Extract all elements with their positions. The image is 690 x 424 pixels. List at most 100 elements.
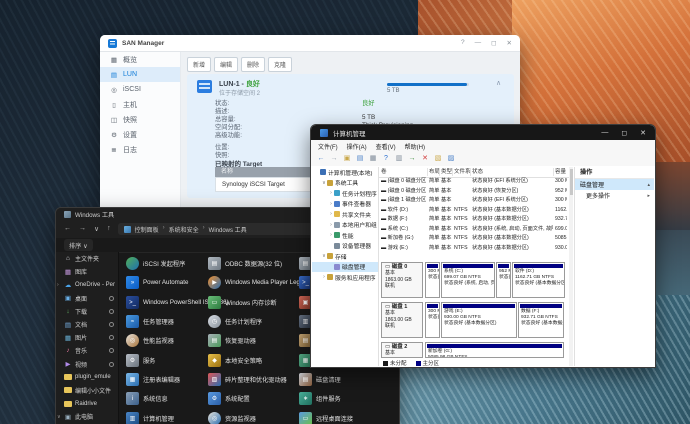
san-sidebar-item-snapshot[interactable]: ◫快照 xyxy=(100,112,180,127)
tool-item-task-scheduler[interactable]: ◷任务计划程序 xyxy=(208,315,262,328)
disk-1-partition-0[interactable]: 300 MB状态良好 ( xyxy=(425,302,440,338)
san-delete-button[interactable]: 删除 xyxy=(241,57,265,72)
tool-item-resource-monitor[interactable]: ◎资源监视器 xyxy=(208,412,256,424)
cm-menu-操作(A)[interactable]: 操作(A) xyxy=(347,142,367,151)
view-icon[interactable]: ▨ xyxy=(446,154,456,164)
tool-item-recovery-drive[interactable]: ▤恢复驱动器 xyxy=(208,334,256,347)
cm-menu-查看(V)[interactable]: 查看(V) xyxy=(376,142,396,151)
cm-menu-帮助(H)[interactable]: 帮助(H) xyxy=(405,142,425,151)
column-header-0[interactable]: 卷 xyxy=(381,167,427,177)
san-clone-button[interactable]: 克隆 xyxy=(268,57,292,72)
tool-item-memory-diagnostic[interactable]: ▭Windows 内存诊断 xyxy=(208,296,277,309)
san-sidebar-item-host[interactable]: ▯主机 xyxy=(100,97,180,112)
san-help-button[interactable]: ? xyxy=(461,39,465,47)
tool-item-task-manager[interactable]: ≈任务管理器 xyxy=(126,315,174,328)
panel-icon[interactable]: ▥ xyxy=(394,154,404,164)
tree-item-9[interactable]: 磁盘管理 xyxy=(312,262,378,273)
volume-row-3[interactable]: ▬ 软件 (D:)简单基本NTFS状态良好 (基本数据分区)1162.71 GB xyxy=(379,206,569,216)
sidebar-item-9[interactable]: plugin_emule xyxy=(56,371,118,384)
tool-item-remote-desktop[interactable]: ▭远程桌面连接 xyxy=(299,412,353,424)
properties-icon[interactable]: ▦ xyxy=(368,154,378,164)
tree-item-3[interactable]: ›事件查看器 xyxy=(312,199,378,210)
disk-0-partition-2[interactable]: 952 MB状态良好 ( xyxy=(496,262,511,298)
cm-titlebar[interactable]: 计算机管理 —◻✕ xyxy=(311,125,655,140)
sidebar-item-4[interactable]: ↓下载 xyxy=(56,305,118,318)
volume-row-7[interactable]: ▬ 游戏 (E:)简单基本NTFS状态良好 (基本数据分区)930.00 GB xyxy=(379,244,569,254)
sidebar-item-0[interactable]: ⌂主文件夹 xyxy=(56,252,118,265)
column-header-4[interactable]: 状态 xyxy=(472,167,553,177)
history-icon[interactable]: ∨ xyxy=(94,225,99,233)
sidebar-item-5[interactable]: ▤文档 xyxy=(56,318,118,331)
forward-icon[interactable]: → xyxy=(79,225,86,233)
breadcrumb-item[interactable]: Windows 工具 xyxy=(209,225,247,234)
san-edit-button[interactable]: 编辑 xyxy=(214,57,238,72)
sidebar-item-12[interactable]: ∨▣此电脑 xyxy=(56,410,118,423)
tree-item-6[interactable]: ›性能 xyxy=(312,230,378,241)
cm-minimize-button[interactable]: — xyxy=(601,129,608,137)
cm-close-button[interactable]: ✕ xyxy=(640,129,646,137)
san-sidebar-item-log[interactable]: ≣日志 xyxy=(100,142,180,157)
volume-row-5[interactable]: ▬ 系统 (C:)简单基本NTFS状态良好 (系统, 启动, 页面文件, 故障转… xyxy=(379,225,569,235)
console-tree-icon[interactable]: ▣ xyxy=(342,154,352,164)
disk-1-partition-1[interactable]: 游戏 (E:)930.00 GB NTFS状态良好 (基本数据分区) xyxy=(441,302,517,338)
export-list-icon[interactable]: ▤ xyxy=(355,154,365,164)
back-icon[interactable]: ← xyxy=(64,225,71,233)
san-titlebar[interactable]: SAN Manager ?—◻✕ xyxy=(100,35,520,52)
column-header-3[interactable]: 文件系统 xyxy=(454,167,471,177)
tree-item-4[interactable]: ›共享文件夹 xyxy=(312,209,378,220)
disk-2-partition-0[interactable]: 新加卷 (G:)5085.98 GB NTFS xyxy=(425,342,564,358)
disk-0-partition-0[interactable]: 300 MB状态良好 ( xyxy=(425,262,440,298)
volume-row-6[interactable]: ▬ 新加卷 (G:)简单基本NTFS状态良好 (基本数据分区)5085.98 G… xyxy=(379,234,569,244)
help-icon[interactable]: ? xyxy=(381,154,391,164)
sidebar-item-11[interactable]: Raidrive xyxy=(56,397,118,410)
extend-icon[interactable]: ▧ xyxy=(433,154,443,164)
tree-item-1[interactable]: ∨系统工具 xyxy=(312,178,378,189)
san-sidebar-item-overview[interactable]: ▦概览 xyxy=(100,52,180,67)
disk-2-label[interactable]: ▭ 磁盘 2基本5085.98 GB联机 xyxy=(381,342,423,358)
cm-center-scrollbar[interactable] xyxy=(569,167,573,366)
collapse-chevron-icon[interactable]: ∧ xyxy=(496,79,501,87)
tool-item-disk-cleanup[interactable]: ▤磁盘清理 xyxy=(299,373,341,386)
column-header-5[interactable]: 容量 xyxy=(555,167,567,177)
sidebar-item-6[interactable]: ▦图片 xyxy=(56,331,118,344)
sidebar-item-3[interactable]: ▣桌面 xyxy=(56,292,118,305)
cm-menu-文件(F)[interactable]: 文件(F) xyxy=(318,142,338,151)
tool-item-component-services[interactable]: ∗组件服务 xyxy=(299,392,341,405)
sidebar-item-10[interactable]: 编辑小小文件 xyxy=(56,384,118,397)
tool-item-power-automate[interactable]: »Power Automate xyxy=(126,276,188,289)
tool-item-defragment-optimize-drives[interactable]: ▧碎片整理和优化驱动器 xyxy=(208,373,287,386)
volume-row-0[interactable]: ▬ (磁盘 0 磁盘分区 1)简单基本状态良好 (EFI 系统分区)300 MB xyxy=(379,177,569,187)
tool-item-performance-monitor[interactable]: ◎性能监视器 xyxy=(126,334,174,347)
tool-item-iscsi-initiator[interactable]: iSCSI 发起程序 xyxy=(126,257,185,270)
tree-item-8[interactable]: ∨存储 xyxy=(312,251,378,262)
disk-0-label[interactable]: ▭ 磁盘 0基本1863.00 GB联机 xyxy=(381,262,423,298)
disk-0-partition-1[interactable]: 系统 (C:)699.07 GB NTFS状态良好 (系统, 启动, 页 xyxy=(441,262,495,298)
volume-row-4[interactable]: ▬ 数据 (F:)简单基本NTFS状态良好 (基本数据分区)932.71 GB xyxy=(379,215,569,225)
san-sidebar-item-settings[interactable]: ⚙设置 xyxy=(100,127,180,142)
tree-item-5[interactable]: ›本地用户和组 xyxy=(312,220,378,231)
column-header-2[interactable]: 类型 xyxy=(441,167,452,177)
up-icon[interactable]: ↑ xyxy=(107,225,111,233)
disk-1-label[interactable]: ▭ 磁盘 1基本1863.00 GB联机 xyxy=(381,302,423,338)
san-maximize-button[interactable]: ◻ xyxy=(491,39,496,47)
cm-maximize-button[interactable]: ◻ xyxy=(621,129,627,137)
actions-disk-management-item[interactable]: 磁盘管理 ▴ xyxy=(575,179,654,190)
more-actions-item[interactable]: 更多操作 ▸ xyxy=(575,190,654,201)
sidebar-item-7[interactable]: ♪音乐 xyxy=(56,344,118,357)
sidebar-item-1[interactable]: ▦图库 xyxy=(56,265,118,278)
tool-item-registry-editor[interactable]: ▦注册表编辑器 xyxy=(126,373,180,386)
volume-row-1[interactable]: ▬ (磁盘 0 磁盘分区 4)简单基本状态良好 (恢复分区)952 MB xyxy=(379,187,569,197)
tool-item-local-security-policy[interactable]: ◆本地安全策略 xyxy=(208,354,262,367)
tool-item-computer-management[interactable]: ▥计算机管理 xyxy=(126,412,174,424)
sidebar-item-2[interactable]: ›☁OneDrive - Per xyxy=(56,278,118,291)
tool-item-system-information[interactable]: i系统信息 xyxy=(126,392,168,405)
disk-1-partition-2[interactable]: 数据 (F:)932.71 GB NTFS状态良好 (基本数据分区) xyxy=(518,302,564,338)
tool-item-wmp-legacy[interactable]: ▶Windows Media Player Legacy xyxy=(208,276,310,289)
sort-button[interactable]: 排序 ∨ xyxy=(64,239,93,251)
tree-item-2[interactable]: ›任务计划程序 xyxy=(312,188,378,199)
tree-item-7[interactable]: 设备管理器 xyxy=(312,241,378,252)
san-minimize-button[interactable]: — xyxy=(475,39,482,47)
san-sidebar-item-lun[interactable]: ▤LUN xyxy=(100,67,180,82)
tool-item-services[interactable]: ⚙服务 xyxy=(126,354,155,367)
breadcrumb-item[interactable]: 系统和安全 xyxy=(169,225,199,234)
